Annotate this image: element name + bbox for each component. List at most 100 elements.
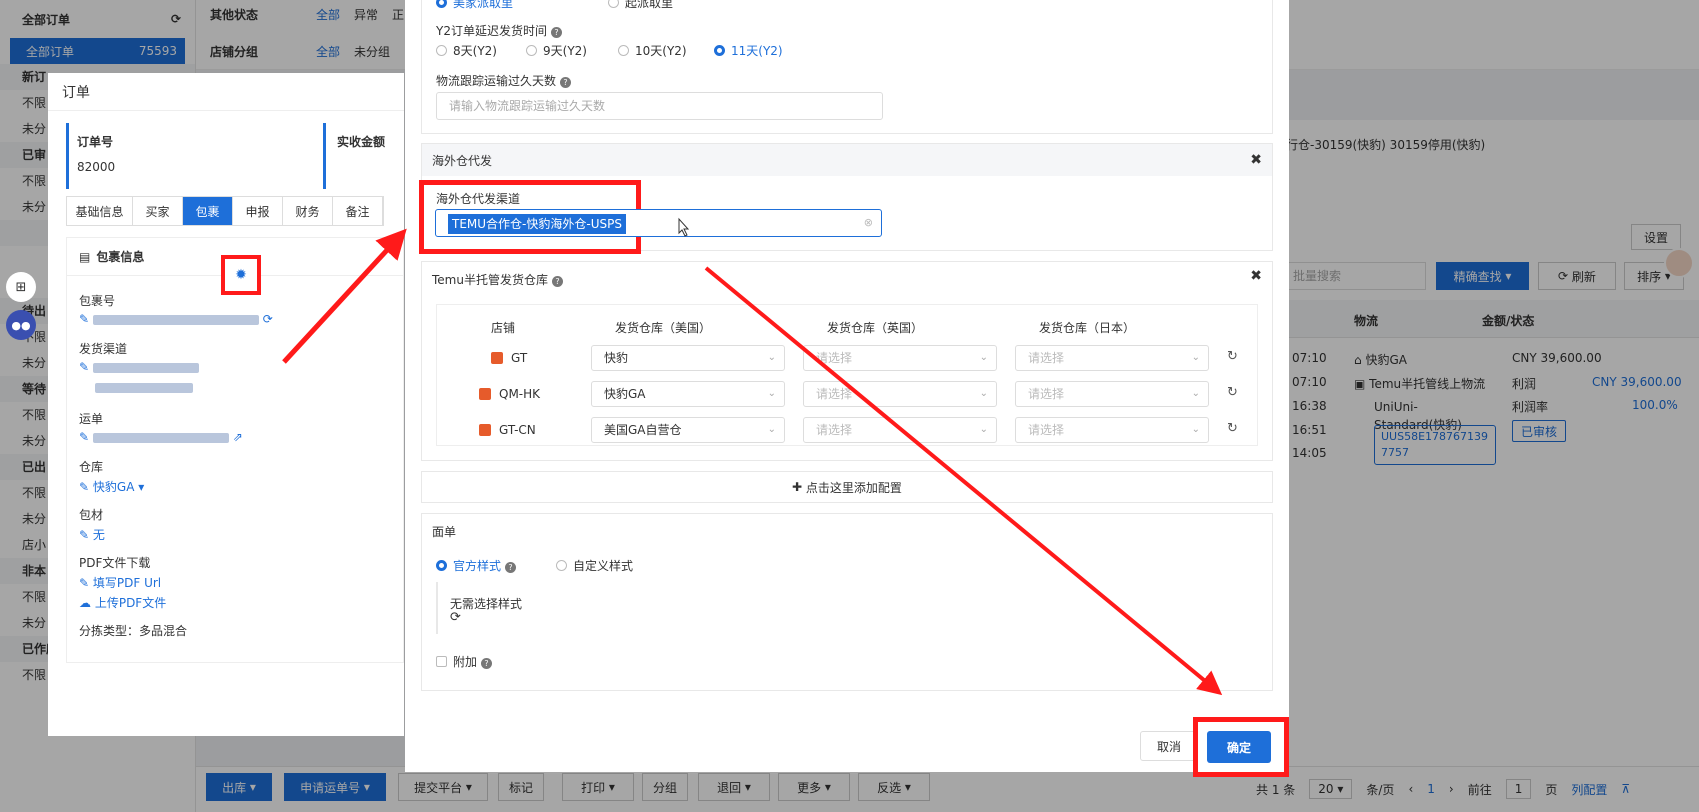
close-icon[interactable]: ✖: [1250, 268, 1262, 284]
channel-settings-gear-highlighted[interactable]: ✹: [221, 255, 261, 295]
order-no-label: 订单号: [77, 135, 114, 149]
help-icon[interactable]: ?: [505, 562, 517, 573]
confirm-button[interactable]: 确定: [1207, 731, 1271, 763]
amount-block: 实收金额: [337, 133, 385, 150]
chevron-down-icon: ⌄: [979, 424, 988, 435]
cancel-button[interactable]: 取消: [1140, 731, 1198, 761]
amount-label: 实收金额: [337, 135, 386, 149]
select-value: 请选择: [816, 387, 853, 401]
tab-remark[interactable]: 备注: [333, 197, 383, 225]
chevron-down-icon: ▾: [138, 480, 145, 494]
pdf-upload-link[interactable]: ☁ 上传PDF文件: [79, 594, 166, 611]
external-link-icon[interactable]: ⇗: [233, 430, 243, 444]
temu-warehouse-table: 店铺 发货仓库（美国） 发货仓库（英国） 发货仓库（日本） GT 快豹 ⌄ 请选择…: [436, 304, 1258, 446]
jp-warehouse-select[interactable]: 请选择 ⌄: [1015, 417, 1209, 443]
refresh-icon[interactable]: ↻: [1227, 385, 1238, 400]
order-tabs: 基础信息 买家 包裹 申报 财务 备注: [66, 196, 384, 226]
radio-icon: [526, 45, 537, 56]
refresh-icon[interactable]: ↻: [1227, 349, 1238, 364]
shop-cell: GT: [491, 351, 527, 365]
tab-buyer[interactable]: 买家: [133, 197, 183, 225]
shop-icon: [491, 352, 503, 364]
jp-warehouse-select[interactable]: 请选择 ⌄: [1015, 345, 1209, 371]
pdf-url-link[interactable]: ✎ 填写PDF Url: [79, 574, 161, 591]
tab-package[interactable]: 包裹: [183, 197, 233, 225]
edit-icon: ✎: [79, 576, 90, 590]
radio-icon: [436, 45, 447, 56]
y2-option-10[interactable]: 10天(Y2): [618, 42, 687, 59]
packaging-value[interactable]: ✎ 无: [79, 526, 105, 543]
order-no-block: 订单号 82000: [77, 133, 115, 174]
label-custom-option[interactable]: 自定义样式: [556, 557, 633, 574]
attach-label: 附加: [453, 655, 478, 669]
select-value: 请选择: [816, 351, 853, 365]
overseas-card-title: 海外仓代发: [432, 153, 493, 168]
grid-icon[interactable]: ⊞: [6, 272, 36, 302]
channel-value: ✎: [79, 360, 199, 374]
us-warehouse-select[interactable]: 快豹GA ⌄: [591, 381, 785, 407]
select-value: 快豹GA: [604, 387, 646, 401]
option-label: 官方样式: [453, 559, 502, 573]
edit-icon[interactable]: ✎: [79, 480, 89, 494]
shop-name: GT: [511, 351, 528, 365]
table-row: QM-HK 快豹GA ⌄ 请选择 ⌄ 请选择 ⌄ ↻: [437, 377, 1259, 411]
help-icon[interactable]: ?: [560, 77, 572, 88]
redacted-channel: [95, 382, 193, 393]
us-warehouse-select[interactable]: 美国GA自营仓 ⌄: [591, 417, 785, 443]
chevron-down-icon: ⌄: [1191, 352, 1200, 363]
waybill-value: ✎ ⇗: [79, 430, 243, 444]
y2-delay-text: Y2订单延迟发货时间: [436, 24, 547, 38]
tab-declaration[interactable]: 申报: [233, 197, 283, 225]
top-option-2[interactable]: 起派取里: [608, 0, 673, 11]
sort-type: 分拣类型：多品混合: [79, 624, 188, 638]
clear-icon[interactable]: ⊗: [864, 216, 873, 229]
edit-icon[interactable]: ✎: [79, 430, 89, 444]
help-icon[interactable]: ?: [551, 276, 563, 287]
temu-warehouse-text: Temu半托管发货仓库: [432, 273, 548, 287]
shipping-label-title: 面单: [432, 525, 457, 539]
uk-warehouse-select[interactable]: 请选择 ⌄: [803, 381, 997, 407]
plus-icon: ✚: [792, 480, 806, 494]
attach-checkbox[interactable]: 附加?: [436, 653, 493, 670]
edit-icon[interactable]: ✎: [79, 312, 89, 326]
sync-icon[interactable]: ⟳: [263, 312, 273, 326]
tab-basic-info[interactable]: 基础信息: [67, 197, 133, 225]
help-icon[interactable]: ?: [481, 658, 493, 669]
refresh-icon[interactable]: ⟳: [450, 610, 461, 625]
pdf-download-label: PDF文件下载: [79, 556, 151, 570]
delay-settings-card: 美家派取里 起派取里 Y2订单延迟发货时间? 8天(Y2) 9天(Y2) 10天…: [421, 0, 1273, 134]
table-row: GT-CN 美国GA自营仓 ⌄ 请选择 ⌄ 请选择 ⌄ ↻: [437, 413, 1259, 447]
tracking-days-input[interactable]: 请输入物流跟踪运输过久天数: [436, 92, 883, 120]
uk-warehouse-select[interactable]: 请选择 ⌄: [803, 417, 997, 443]
help-icon[interactable]: ?: [550, 27, 562, 38]
checkbox-icon: [436, 656, 447, 667]
edit-icon[interactable]: ✎: [79, 528, 89, 542]
col-uk-warehouse: 发货仓库（英国）: [827, 321, 924, 335]
select-value: 请选择: [1028, 423, 1065, 437]
close-icon[interactable]: ✖: [1250, 152, 1262, 168]
jp-warehouse-select[interactable]: 请选择 ⌄: [1015, 381, 1209, 407]
add-config-button[interactable]: ✚ 点击这里添加配置: [421, 471, 1273, 503]
overseas-channel-select[interactable]: TEMU合作仓-快豹海外仓-USPS ⊗: [435, 209, 882, 237]
y2-option-8[interactable]: 8天(Y2): [436, 42, 497, 59]
package-info-title: 包裹信息: [96, 250, 145, 264]
redacted-waybill: [92, 432, 229, 443]
redacted-package-no: [92, 314, 259, 325]
uk-warehouse-select[interactable]: 请选择 ⌄: [803, 345, 997, 371]
assistant-icon[interactable]: ●●: [6, 310, 36, 340]
edit-icon[interactable]: ✎: [79, 360, 89, 374]
us-warehouse-select[interactable]: 快豹 ⌄: [591, 345, 785, 371]
add-config-label: 点击这里添加配置: [805, 480, 902, 495]
tracking-days-label: 物流跟踪运输过久天数?: [436, 72, 572, 89]
y2-option-11[interactable]: 11天(Y2): [714, 42, 783, 59]
warehouse-value[interactable]: ✎ 快豹GA ▾: [79, 478, 144, 495]
package-no-label: 包裹号: [79, 294, 116, 308]
y2-option-9[interactable]: 9天(Y2): [526, 42, 587, 59]
option-label: 9天(Y2): [543, 44, 587, 58]
label-official-option[interactable]: 官方样式?: [436, 557, 517, 574]
top-option-1[interactable]: 美家派取里: [436, 0, 513, 11]
refresh-icon[interactable]: ↻: [1227, 421, 1238, 436]
tab-finance[interactable]: 财务: [283, 197, 333, 225]
col-jp-warehouse: 发货仓库（日本）: [1039, 321, 1136, 335]
pdf-url-text: 填写PDF Url: [92, 576, 162, 590]
